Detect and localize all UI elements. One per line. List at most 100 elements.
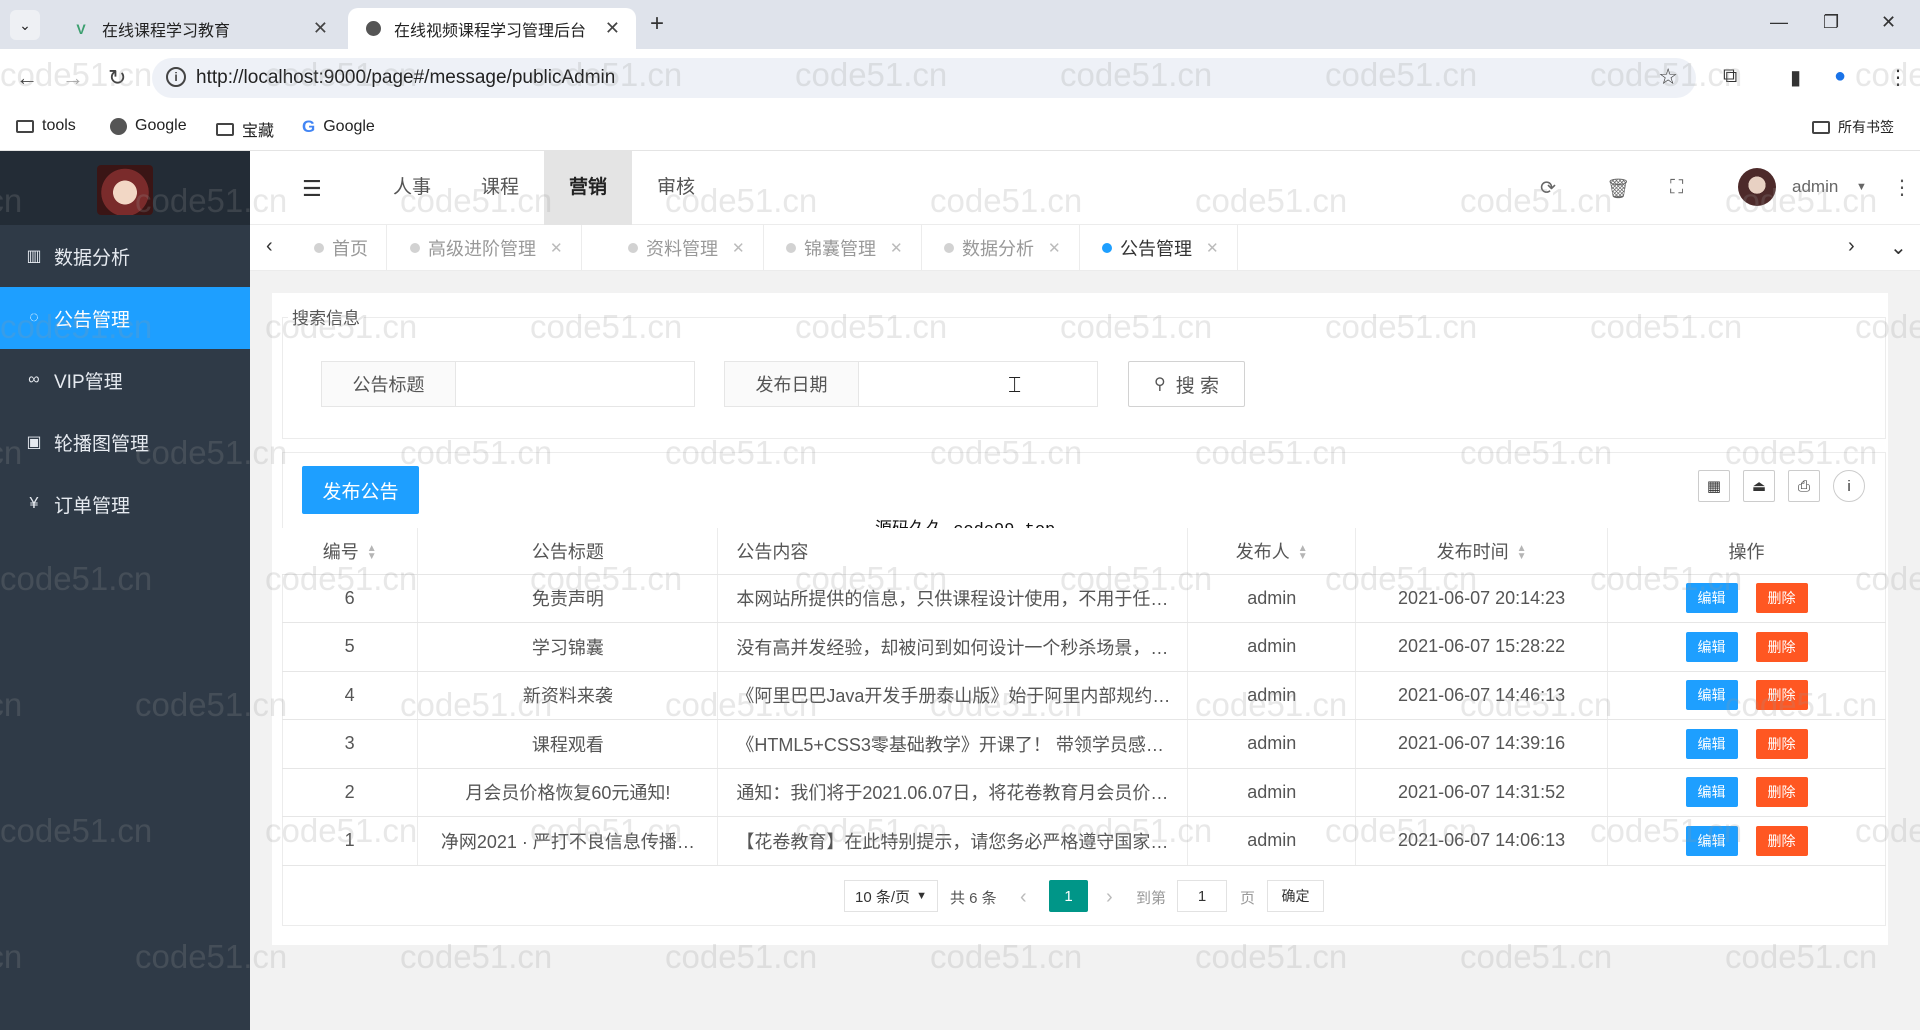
sidebar-item-announcements[interactable]: ◌ 公告管理: [0, 287, 250, 349]
more-vertical-icon[interactable]: ⋮: [1892, 175, 1912, 200]
edit-button[interactable]: 编辑: [1685, 680, 1738, 711]
tabs-dropdown-icon[interactable]: ⌄: [1890, 235, 1907, 260]
publish-announcement-button[interactable]: 发布公告: [302, 466, 419, 514]
close-tab-icon[interactable]: ✕: [605, 18, 620, 39]
cell-content: 本网站所提供的信息，只供课程设计使用，不用于任…: [717, 574, 1189, 623]
user-avatar[interactable]: [1738, 168, 1776, 206]
topnav-hr[interactable]: 人事: [368, 151, 456, 225]
sidebar-item-label: 订单管理: [54, 495, 131, 517]
cell-time: 2021-06-07 14:31:52: [1355, 768, 1609, 817]
close-icon[interactable]: ✕: [1206, 239, 1219, 257]
cell-time: 2021-06-07 15:28:22: [1355, 622, 1609, 672]
sidebar: ▥ 数据分析 ◌ 公告管理 ∞ VIP管理 ▣ 轮播图管理 ¥ 订单管理: [0, 151, 250, 1030]
bookmark-google[interactable]: Google: [110, 117, 187, 135]
close-icon[interactable]: ✕: [550, 239, 563, 257]
sidebar-item-data-analysis[interactable]: ▥ 数据分析: [0, 225, 250, 287]
restore-icon[interactable]: ❐: [1823, 12, 1839, 33]
close-icon[interactable]: ✕: [732, 239, 745, 257]
bookmark-tools[interactable]: tools: [16, 117, 76, 135]
folder-icon: [216, 122, 234, 136]
topnav-review[interactable]: 审核: [632, 151, 720, 225]
all-bookmarks[interactable]: 所有书签: [1812, 117, 1894, 137]
page-size-select[interactable]: 10 条/页 ▼: [844, 880, 938, 912]
site-info-icon[interactable]: i: [166, 67, 186, 87]
reload-icon[interactable]: ↻: [108, 65, 126, 91]
sort-icon[interactable]: ▲ ▼: [1517, 544, 1527, 562]
picture-icon: ▣: [26, 434, 42, 451]
info-icon[interactable]: i: [1833, 470, 1865, 502]
page-tab-advanced[interactable]: 高级进阶管理 ✕: [390, 225, 582, 271]
export-icon[interactable]: ⏏: [1743, 470, 1775, 502]
bar-chart-icon: ▥: [26, 248, 42, 265]
caret-down-icon[interactable]: ▼: [1856, 181, 1867, 193]
sidebar-item-orders[interactable]: ¥ 订单管理: [0, 473, 250, 535]
cell-title: 课程观看: [417, 719, 719, 769]
browser-tab-2[interactable]: 在线视频课程学习管理后台 ✕: [348, 8, 636, 49]
column-header-id[interactable]: 编号 ▲ ▼: [282, 528, 419, 575]
topnav-course[interactable]: 课程: [456, 151, 544, 225]
delete-button[interactable]: 删除: [1755, 583, 1808, 614]
column-header-time[interactable]: 发布时间 ▲ ▼: [1355, 528, 1609, 575]
browser-tab-bar: ⌄ V 在线课程学习教育 ✕ 在线视频课程学习管理后台 ✕ + — ❐ ✕: [0, 0, 1920, 49]
bookmarks-bar: tools Google 宝藏 G Google 所有书签: [0, 107, 1920, 151]
close-tab-icon[interactable]: ✕: [313, 18, 328, 39]
close-window-icon[interactable]: ✕: [1881, 12, 1896, 33]
page-tab-analysis[interactable]: 数据分析 ✕: [924, 225, 1080, 271]
edit-button[interactable]: 编辑: [1685, 825, 1738, 856]
search-date-input[interactable]: [859, 362, 1097, 406]
browser-tab-1[interactable]: V 在线课程学习教育 ✕: [56, 8, 344, 49]
page-tab-tips[interactable]: 锦囊管理 ✕: [766, 225, 922, 271]
column-header-author[interactable]: 发布人 ▲ ▼: [1187, 528, 1357, 575]
delete-button[interactable]: 删除: [1755, 680, 1808, 711]
bookmark-treasure[interactable]: 宝藏: [216, 117, 274, 141]
fullscreen-icon[interactable]: ⛶: [1670, 177, 1683, 199]
page-tab-home[interactable]: 首页: [294, 225, 387, 271]
forward-icon[interactable]: →: [62, 65, 84, 91]
sidebar-item-vip[interactable]: ∞ VIP管理: [0, 349, 250, 411]
table-header-row: 编号 ▲ ▼ 公告标题 公告内容 发布人 ▲ ▼ 发布时间 ▲ ▼ 操作: [282, 528, 1886, 575]
profile-icon[interactable]: ●: [1834, 65, 1846, 88]
menu-toggle-icon[interactable]: ☰: [302, 176, 322, 202]
tab-search-chevron-icon[interactable]: ⌄: [10, 10, 40, 40]
tabs-prev-icon[interactable]: ‹: [266, 235, 273, 258]
search-title-input[interactable]: [456, 362, 694, 406]
columns-icon[interactable]: ▦: [1698, 470, 1730, 502]
side-panel-icon[interactable]: ▮: [1790, 65, 1801, 90]
user-name[interactable]: admin: [1792, 177, 1838, 197]
goto-confirm-button[interactable]: 确定: [1267, 880, 1324, 912]
close-icon[interactable]: ✕: [1048, 239, 1061, 257]
edit-button[interactable]: 编辑: [1685, 728, 1738, 759]
prev-page-icon[interactable]: ‹: [1020, 882, 1027, 912]
delete-button[interactable]: 删除: [1755, 825, 1808, 856]
goto-page-input[interactable]: 1: [1177, 880, 1227, 912]
extensions-icon[interactable]: ⧉: [1723, 65, 1737, 88]
page-tab-announcements[interactable]: 公告管理 ✕: [1082, 225, 1238, 271]
page-tab-materials[interactable]: 资料管理 ✕: [608, 225, 764, 271]
delete-button[interactable]: 删除: [1755, 777, 1808, 808]
sidebar-item-carousel[interactable]: ▣ 轮播图管理: [0, 411, 250, 473]
bookmark-google-2[interactable]: G Google: [302, 117, 375, 137]
minimize-icon[interactable]: —: [1770, 12, 1788, 33]
cell-time: 2021-06-07 14:39:16: [1355, 719, 1609, 769]
bookmark-star-icon[interactable]: ☆: [1658, 64, 1678, 90]
tabs-next-icon[interactable]: ›: [1848, 235, 1855, 258]
edit-button[interactable]: 编辑: [1685, 583, 1738, 614]
browser-menu-icon[interactable]: ⋮: [1888, 65, 1908, 90]
new-tab-button[interactable]: +: [650, 10, 664, 38]
next-page-icon[interactable]: ›: [1106, 882, 1113, 912]
search-button[interactable]: ⚲ 搜 索: [1128, 361, 1245, 407]
trash-icon[interactable]: 🗑: [1606, 177, 1630, 201]
delete-button[interactable]: 删除: [1755, 631, 1808, 662]
refresh-icon[interactable]: ⟳: [1540, 177, 1556, 200]
page-number-current[interactable]: 1: [1049, 880, 1088, 912]
topnav-marketing[interactable]: 营销: [544, 151, 633, 225]
close-icon[interactable]: ✕: [890, 239, 903, 257]
edit-button[interactable]: 编辑: [1685, 631, 1738, 662]
url-field[interactable]: i http://localhost:9000/page#/message/pu…: [152, 58, 1696, 98]
sort-icon[interactable]: ▲ ▼: [1298, 544, 1308, 562]
back-icon[interactable]: ←: [16, 65, 38, 91]
print-icon[interactable]: ⎙: [1788, 470, 1820, 502]
edit-button[interactable]: 编辑: [1685, 777, 1738, 808]
sort-icon[interactable]: ▲ ▼: [367, 544, 377, 562]
delete-button[interactable]: 删除: [1755, 728, 1808, 759]
